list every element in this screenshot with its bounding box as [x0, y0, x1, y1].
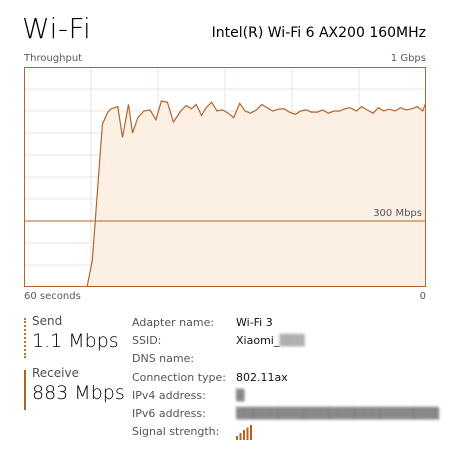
detail-key: DNS name:: [132, 352, 195, 366]
max-throughput-label: 1 Gbps: [390, 53, 426, 64]
adapter-model: Intel(R) Wi-Fi 6 AX200 160MHz: [211, 25, 426, 41]
receive-label: Receive: [32, 366, 79, 380]
detail-row-connection-type: Connection type: 802.11ax: [132, 369, 439, 387]
receive-value: 883 Mbps: [32, 382, 125, 404]
detail-key: IPv4 address:: [132, 388, 206, 402]
detail-row-ipv6: IPv6 address: ▒▒▒▒▒▒▒▒▒▒▒▒▒▒▒▒▒▒▒▒▒▒▒▒: [132, 405, 439, 423]
signal-strength-value: [236, 423, 252, 441]
receive-metric[interactable]: Receive 883 Mbps: [24, 366, 125, 410]
detail-key: IPv6 address:: [132, 407, 206, 421]
page-title: Wi-Fi: [22, 12, 92, 45]
detail-key: Signal strength:: [132, 425, 220, 439]
redacted-text: ▒▒▒: [279, 334, 305, 348]
throughput-chart-svg: 300 Mbps: [24, 67, 426, 287]
detail-row-signal-strength: Signal strength:: [132, 423, 439, 441]
detail-row-adapter-name: Adapter name: Wi-Fi 3: [132, 314, 439, 332]
x-axis-right-label: 0: [419, 291, 426, 302]
throughput-chart: 300 Mbps: [24, 67, 426, 287]
throughput-label: Throughput: [24, 53, 83, 64]
signal-strength-icon: [236, 424, 252, 440]
reference-line-label: 300 Mbps: [373, 208, 422, 219]
detail-key: Connection type:: [132, 370, 227, 384]
send-value: 1.1 Mbps: [32, 330, 119, 352]
detail-key: SSID:: [132, 334, 162, 348]
receive-indicator: [24, 370, 26, 410]
ssid-value: Xiaomi_: [236, 334, 280, 348]
detail-row-ssid: SSID: Xiaomi_▒▒▒: [132, 332, 439, 350]
redacted-text: ▒▒▒▒▒▒▒▒▒▒▒▒▒▒▒▒▒▒▒▒▒▒▒▒: [236, 407, 440, 421]
detail-value: 802.11ax: [236, 370, 288, 384]
send-indicator: [24, 318, 28, 358]
send-metric[interactable]: Send 1.1 Mbps: [24, 314, 119, 358]
detail-key: Adapter name:: [132, 316, 215, 329]
detail-value: Xiaomi_▒▒▒: [236, 332, 305, 350]
detail-value: Wi-Fi 3: [236, 316, 273, 329]
throughput-area: [24, 101, 426, 287]
redacted-text: ▒: [236, 388, 245, 402]
x-axis-left-label: 60 seconds: [24, 291, 81, 302]
adapter-details: Adapter name: Wi-Fi 3 SSID: Xiaomi_▒▒▒ D…: [132, 314, 439, 441]
send-label: Send: [32, 314, 63, 328]
detail-row-ipv4: IPv4 address: ▒: [132, 387, 439, 405]
detail-row-dns-name: DNS name:: [132, 350, 439, 368]
